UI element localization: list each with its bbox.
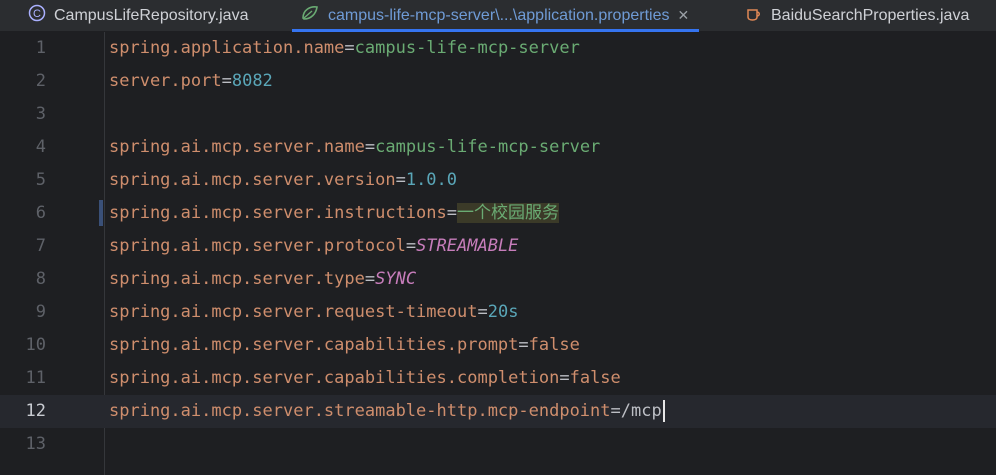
editor-tab-bar: C CampusLifeRepository.java campus-life-… — [0, 0, 996, 32]
code-line[interactable]: 10 spring.ai.mcp.server.capabilities.pro… — [0, 329, 996, 362]
tab-baidu-search-properties[interactable]: BaiduSearchProperties.java — [745, 0, 969, 31]
change-marker — [99, 200, 103, 226]
equals-sign: = — [364, 137, 376, 157]
equals-sign: = — [610, 401, 621, 421]
property-key: spring.ai.mcp.server.name — [109, 137, 365, 157]
property-value: 1.0.0 — [405, 170, 458, 190]
property-key: spring.ai.mcp.server.type — [109, 269, 365, 289]
code-line[interactable]: 11 spring.ai.mcp.server.capabilities.com… — [0, 362, 996, 395]
code-line[interactable]: 5 spring.ai.mcp.server.version=1.0.0 — [0, 164, 996, 197]
line-number: 11 — [25, 368, 46, 388]
property-key: spring.ai.mcp.server.protocol — [109, 236, 406, 256]
line-number: 6 — [35, 203, 46, 223]
equals-sign: = — [446, 203, 458, 223]
property-value: /mcp — [620, 401, 662, 421]
property-key: spring.ai.mcp.server.streamable-http.mcp… — [109, 401, 611, 421]
code-line[interactable]: 13 — [0, 428, 996, 461]
property-value: STREAMABLE — [416, 236, 519, 256]
equals-sign: = — [518, 335, 529, 355]
code-line[interactable]: 1 spring.application.name=campus-life-mc… — [0, 32, 996, 65]
equals-sign: = — [559, 368, 570, 388]
equals-sign: = — [477, 302, 488, 322]
tab-label: campus-life-mcp-server\...\application.p… — [328, 6, 670, 24]
property-key: server.port — [109, 71, 222, 91]
property-value: 8082 — [231, 71, 273, 91]
equals-sign: = — [344, 38, 355, 58]
code-line[interactable]: 7 spring.ai.mcp.server.protocol=STREAMAB… — [0, 230, 996, 263]
property-value: campus-life-mcp-server — [354, 38, 580, 58]
code-editor[interactable]: 1 spring.application.name=campus-life-mc… — [0, 32, 996, 475]
tab-campus-life-repository[interactable]: C CampusLifeRepository.java — [28, 0, 248, 31]
line-number: 2 — [35, 71, 46, 91]
line-number: 7 — [35, 236, 46, 256]
property-key: spring.application.name — [109, 38, 345, 58]
property-key: spring.ai.mcp.server.request-timeout — [109, 302, 478, 322]
svg-text:C: C — [33, 8, 41, 20]
line-number: 10 — [25, 335, 46, 355]
property-value: campus-life-mcp-server — [375, 137, 601, 157]
line-number: 12 — [25, 401, 46, 421]
tab-label: BaiduSearchProperties.java — [771, 6, 970, 24]
equals-sign: = — [405, 236, 417, 256]
close-icon[interactable]: ✕ — [677, 7, 689, 24]
line-number: 5 — [35, 170, 46, 190]
line-number: 1 — [35, 38, 46, 58]
code-line[interactable]: 8 spring.ai.mcp.server.type=SYNC — [0, 263, 996, 296]
equals-sign: = — [395, 170, 406, 190]
class-c-icon: C — [28, 4, 46, 27]
line-number: 9 — [35, 302, 46, 322]
property-value: 一个校园服务 — [457, 203, 560, 223]
code-line[interactable]: 3 — [0, 98, 996, 131]
equals-sign: = — [221, 71, 232, 91]
property-value: false — [528, 335, 580, 355]
property-value: SYNC — [375, 269, 417, 289]
property-key: spring.ai.mcp.server.capabilities.comple… — [109, 368, 560, 388]
property-key: spring.ai.mcp.server.instructions — [109, 203, 447, 223]
code-line[interactable]: 6 spring.ai.mcp.server.instructions=一个校园… — [0, 197, 996, 230]
code-line[interactable]: 9 spring.ai.mcp.server.request-timeout=2… — [0, 296, 996, 329]
text-caret — [662, 400, 665, 422]
code-line[interactable]: 2 server.port=8082 — [0, 65, 996, 98]
tab-application-properties[interactable]: campus-life-mcp-server\...\application.p… — [292, 0, 700, 32]
line-number: 4 — [35, 137, 46, 157]
property-key: spring.ai.mcp.server.capabilities.prompt — [109, 335, 519, 355]
property-value: false — [569, 368, 621, 388]
code-line-current[interactable]: 12 spring.ai.mcp.server.streamable-http.… — [0, 395, 996, 428]
equals-sign: = — [364, 269, 376, 289]
code-line[interactable]: 4 spring.ai.mcp.server.name=campus-life-… — [0, 131, 996, 164]
line-number: 13 — [25, 434, 46, 454]
tab-label: CampusLifeRepository.java — [54, 6, 249, 24]
property-value: 20s — [487, 302, 519, 322]
line-number: 8 — [35, 269, 46, 289]
java-cup-icon — [745, 4, 763, 27]
spring-leaf-icon — [300, 4, 320, 27]
property-key: spring.ai.mcp.server.version — [109, 170, 396, 190]
line-number: 3 — [35, 104, 46, 124]
